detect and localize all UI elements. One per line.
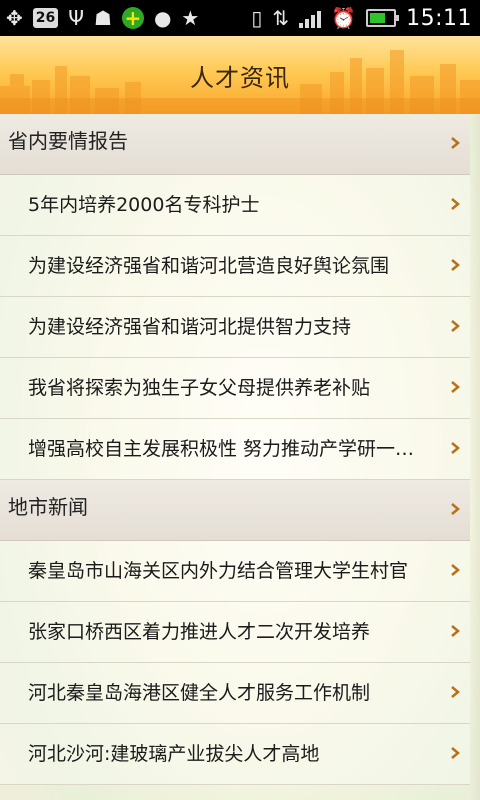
list-item-title: 河北秦皇岛海港区健全人才服务工作机制 — [28, 682, 371, 704]
list-item-title: 增强高校自主发展积极性 努力推动产学研一… — [28, 438, 415, 460]
list-item[interactable]: 张家口桥西区着力推进人才二次开发培养 — [0, 602, 470, 663]
list-item[interactable]: 我省将探索为独生子女父母提供养老补贴 — [0, 358, 470, 419]
chevron-right-icon — [451, 686, 460, 698]
plus-app-icon: + — [121, 7, 144, 29]
list-item[interactable]: 秦皇岛市山海关区内外力结合管理大学生村官 — [0, 541, 470, 602]
signal-icon — [299, 8, 322, 28]
chevron-right-icon — [451, 442, 460, 454]
android-icon: ☗ — [94, 6, 112, 30]
section-header-city-news[interactable]: 地市新闻 — [0, 480, 470, 541]
data-transfer-icon: ⇅ — [272, 6, 290, 30]
list-item[interactable]: 河北沙河:建玻璃产业拔尖人才高地 — [0, 724, 470, 785]
chevron-right-icon — [451, 503, 460, 515]
alarm-icon: ⏰ — [331, 6, 357, 30]
section-title: 地市新闻 — [8, 495, 88, 519]
list-item[interactable]: 为建设经济强省和谐河北营造良好舆论氛围 — [0, 236, 470, 297]
list-item[interactable]: 5年内培养2000名专科护士 — [0, 175, 470, 236]
list-item-title: 我省将探索为独生子女父母提供养老补贴 — [28, 377, 371, 399]
list-item-title: 秦皇岛市山海关区内外力结合管理大学生村官 — [28, 560, 409, 582]
list-item-title: 为建设经济强省和谐河北营造良好舆论氛围 — [28, 255, 390, 277]
chevron-right-icon — [451, 625, 460, 637]
section-header-provincial[interactable]: 省内要情报告 — [0, 114, 470, 175]
page-title: 人才资讯 — [190, 64, 290, 92]
star-icon: ★ — [181, 6, 200, 30]
news-list: 省内要情报告 5年内培养2000名专科护士 为建设经济强省和谐河北营造良好舆论氛… — [0, 114, 470, 785]
title-bar: 人才资讯 — [0, 36, 480, 114]
scroll-edge — [470, 114, 480, 800]
chevron-right-icon — [451, 259, 460, 271]
vibrate-icon: ▯ — [251, 6, 263, 30]
chevron-right-icon — [451, 564, 460, 576]
list-item-title: 张家口桥西区着力推进人才二次开发培养 — [28, 621, 371, 643]
status-bar: ✥ 26 Ψ ☗ + ● ★ ▯ ⇅ ⏰ 15:11 — [0, 0, 480, 36]
chevron-right-icon — [451, 381, 460, 393]
chevron-right-icon — [451, 198, 460, 210]
usb-debug-icon: ✥ — [6, 6, 23, 30]
list-item-title: 为建设经济强省和谐河北提供智力支持 — [28, 316, 352, 338]
battery-icon — [366, 9, 400, 27]
list-item-title: 5年内培养2000名专科护士 — [28, 194, 260, 216]
chevron-right-icon — [451, 747, 460, 759]
list-item[interactable]: 河北秦皇岛海港区健全人才服务工作机制 — [0, 663, 470, 724]
list-item-title: 河北沙河:建玻璃产业拔尖人才高地 — [28, 743, 320, 765]
qq-icon: ● — [153, 6, 172, 30]
list-item[interactable]: 增强高校自主发展积极性 努力推动产学研一… — [0, 419, 470, 480]
list-item[interactable]: 为建设经济强省和谐河北提供智力支持 — [0, 297, 470, 358]
chevron-right-icon — [451, 320, 460, 332]
notification-count-badge: 26 — [32, 8, 59, 28]
clock: 15:11 — [406, 5, 472, 31]
section-title: 省内要情报告 — [8, 129, 128, 153]
usb-icon: Ψ — [68, 6, 84, 30]
chevron-right-icon — [451, 137, 460, 149]
